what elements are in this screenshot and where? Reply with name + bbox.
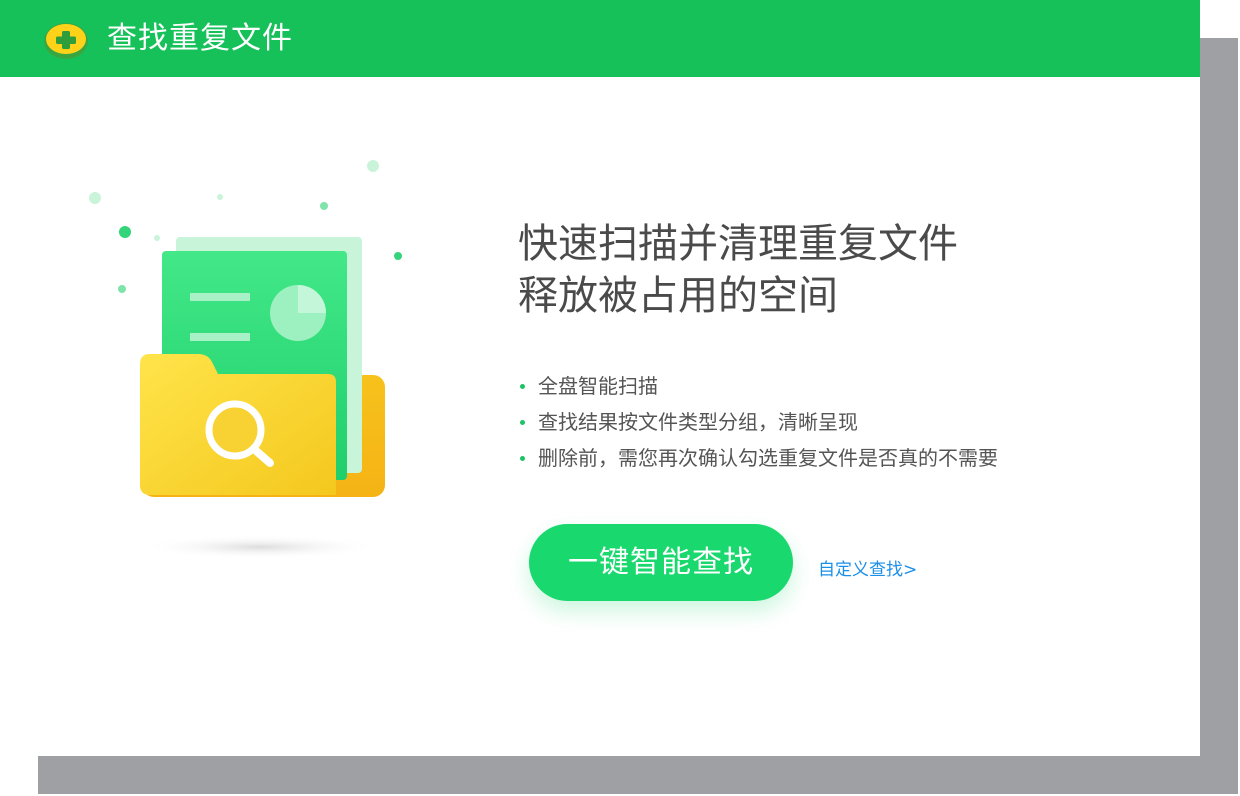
feature-item: 查找结果按文件类型分组，清晰呈现 — [518, 404, 998, 440]
bullet-dot-icon — [520, 420, 525, 425]
bullet-dot-icon — [520, 384, 525, 389]
feature-list: 全盘智能扫描 查找结果按文件类型分组，清晰呈现 删除前，需您再次确认勾选重复文件… — [518, 368, 998, 476]
headline-line-2: 释放被占用的空间 — [518, 273, 838, 319]
headline-line-1: 快速扫描并清理重复文件 — [518, 221, 958, 267]
feature-text: 查找结果按文件类型分组，清晰呈现 — [538, 410, 858, 434]
bullet-dot-icon — [520, 456, 525, 461]
feature-item: 删除前，需您再次确认勾选重复文件是否真的不需要 — [518, 440, 998, 476]
feature-text: 删除前，需您再次确认勾选重复文件是否真的不需要 — [538, 446, 998, 470]
smart-search-button[interactable]: 一键智能查找 — [529, 524, 793, 601]
headline: 快速扫描并清理重复文件 释放被占用的空间 — [518, 218, 958, 322]
folder-search-illustration — [89, 160, 402, 559]
app-plus-logo-icon — [44, 23, 88, 59]
feature-item: 全盘智能扫描 — [518, 368, 998, 404]
app-window: 查找重复文件 快速扫描并清理重复文件 释放被占用的空间 全盘智能扫描 查找结果按… — [0, 0, 1200, 756]
feature-text: 全盘智能扫描 — [538, 374, 658, 398]
custom-search-link[interactable]: 自定义查找> — [818, 555, 917, 580]
title-bar: 查找重复文件 — [0, 0, 1200, 77]
window-title: 查找重复文件 — [107, 21, 293, 56]
